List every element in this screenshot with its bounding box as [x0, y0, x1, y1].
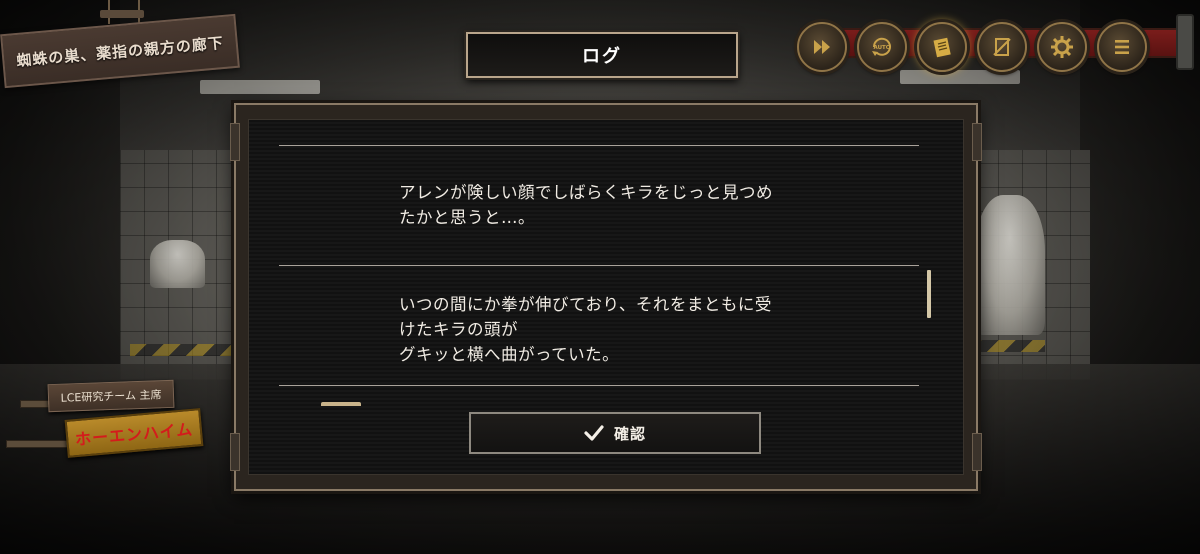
log-dialog: アレンが険しい顔でしばらくキラをじっと見つめ たかと思うと…。 いつの間にか拳が…	[230, 103, 982, 491]
log-line: けたキラの頭が	[399, 320, 518, 339]
menu-icon	[1115, 40, 1129, 54]
confirm-button[interactable]: 確認	[469, 412, 761, 454]
next-entry-marker	[321, 402, 361, 406]
sign-hanger-top	[100, 10, 144, 18]
log-line: たかと思うと…。	[399, 208, 535, 227]
confirm-label: 確認	[613, 424, 646, 443]
fast-forward-button[interactable]	[797, 22, 847, 72]
auto-button[interactable]: AUTO	[857, 22, 907, 72]
speaker-name: ホーエンハイム	[74, 419, 194, 450]
panel-grip	[230, 123, 240, 161]
panel-grip	[230, 433, 240, 471]
log-entry: いつの間にか拳が伸びており、それをまともに受 けたキラの頭が グキッと横へ曲がっ…	[399, 292, 863, 367]
nameplate-pipe	[6, 440, 70, 448]
log-divider	[279, 145, 919, 146]
log-scrollbar[interactable]	[927, 270, 931, 318]
log-title: ログ	[582, 46, 622, 67]
location-label: 蜘蛛の巣、薬指の親方の廊下	[15, 33, 225, 70]
auto-text: AUTO	[874, 45, 891, 51]
speaker-affiliation-label: LCE研究チーム 主席	[60, 388, 162, 405]
panel-grip	[972, 123, 982, 161]
log-entry: アレンが険しい顔でしばらくキラをじっと見つめ たかと思うと…。	[399, 180, 863, 230]
log-divider	[279, 385, 919, 386]
hide-icon	[993, 38, 1011, 56]
log-line: いつの間にか拳が伸びており、それをまともに受	[399, 295, 772, 314]
log-line: グキッと横へ曲がっていた。	[399, 345, 620, 364]
panel-grip	[972, 433, 982, 471]
log-button[interactable]	[917, 22, 967, 72]
log-divider	[279, 265, 919, 266]
log-book-icon	[933, 37, 951, 58]
log-list[interactable]: アレンが険しい顔でしばらくキラをじっと見つめ たかと思うと…。 いつの間にか拳が…	[248, 119, 964, 475]
settings-button[interactable]	[1037, 22, 1087, 72]
hide-ui-button[interactable]	[977, 22, 1027, 72]
gear-icon	[1051, 36, 1073, 58]
log-line: アレンが険しい顔でしばらくキラをじっと見つめ	[399, 183, 773, 202]
speaker-affiliation: LCE研究チーム 主席	[47, 379, 175, 413]
menu-button[interactable]	[1097, 22, 1147, 72]
auto-icon: AUTO	[872, 37, 891, 56]
log-title-bar: ログ	[466, 32, 738, 78]
check-icon	[584, 425, 604, 441]
toolbar-rail-end	[1176, 14, 1194, 70]
fast-forward-icon	[814, 40, 830, 54]
